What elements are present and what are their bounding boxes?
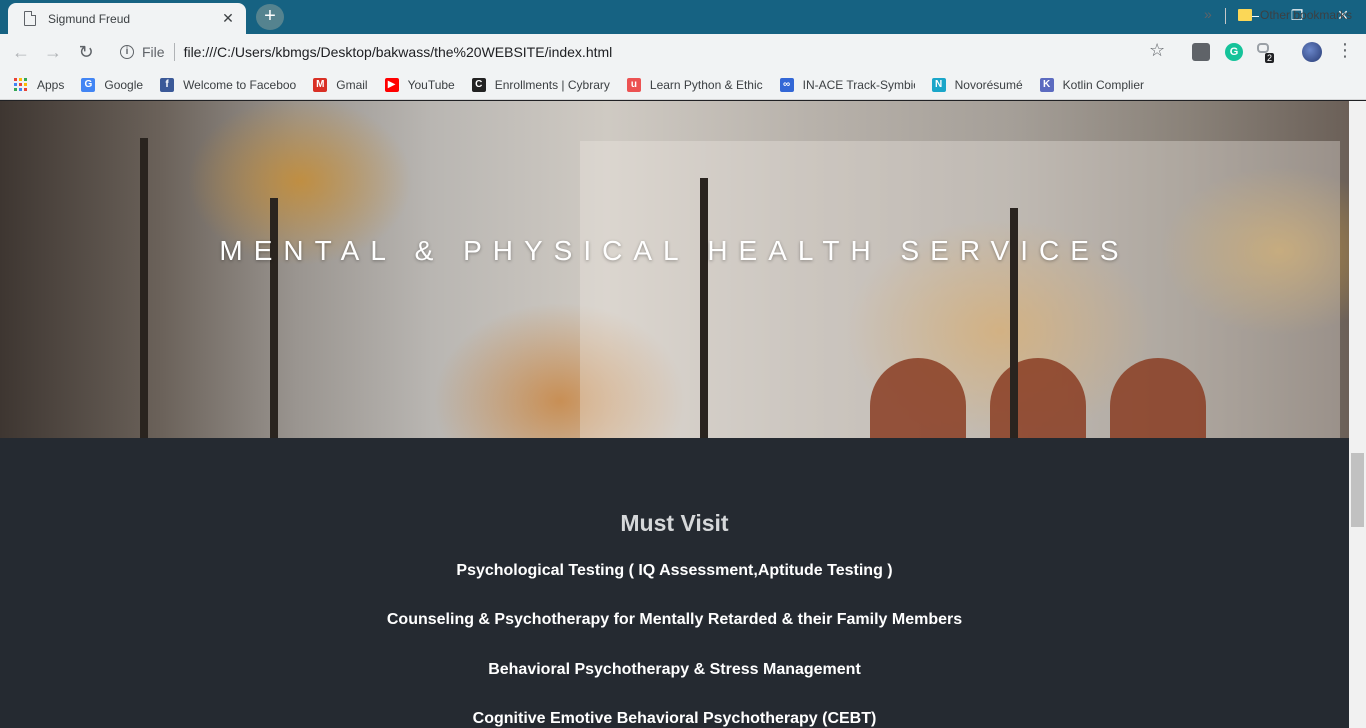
url-text[interactable]: file:///C:/Users/kbmgs/Desktop/bakwass/t… xyxy=(184,44,613,60)
new-tab-button[interactable]: + xyxy=(256,4,284,30)
reload-icon[interactable]: ↻ xyxy=(74,40,98,64)
bookmark-item[interactable]: G Google xyxy=(81,77,144,92)
link-icon: ∞ xyxy=(779,77,794,92)
bookmark-item[interactable]: Apps xyxy=(14,77,65,92)
service-item: Psychological Testing ( IQ Assessment,Ap… xyxy=(456,562,893,579)
profile-avatar[interactable] xyxy=(1302,42,1322,62)
bookmark-label: YouTube xyxy=(407,77,455,92)
bookmark-label: Gmail xyxy=(336,77,368,92)
tab-title: Sigmund Freud xyxy=(48,11,131,26)
extension-link-icon[interactable]: 2 xyxy=(1257,43,1275,63)
bookmark-label: Learn Python & Ethic xyxy=(649,77,763,92)
kotlin-icon: K xyxy=(1039,77,1054,92)
hero-banner: MENTAL & PHYSICAL HEALTH SERVICES xyxy=(0,101,1349,438)
tree-trunk xyxy=(270,198,278,438)
extension-shield-icon[interactable] xyxy=(1192,43,1210,61)
bookmark-item[interactable]: ∞ IN-ACE Track-Symbio xyxy=(779,77,915,92)
bookmark-item[interactable]: ▶ YouTube xyxy=(384,77,455,92)
menu-dots-icon[interactable]: ⋮ xyxy=(1336,40,1354,61)
other-bookmarks[interactable]: Other bookmarks xyxy=(1238,0,1352,30)
folder-icon xyxy=(1238,9,1252,21)
hero-title: MENTAL & PHYSICAL HEALTH SERVICES xyxy=(219,235,1130,266)
page-scrollbar[interactable] xyxy=(1349,101,1366,728)
browser-tab[interactable]: Sigmund Freud ✕ xyxy=(8,3,246,34)
google-icon: G xyxy=(81,77,96,92)
service-item: Cognitive Emotive Behavioral Psychothera… xyxy=(472,710,877,727)
address-bar[interactable]: i File file:///C:/Users/kbmgs/Desktop/ba… xyxy=(108,37,1184,67)
bookmark-item[interactable]: u Learn Python & Ethic xyxy=(626,77,763,92)
divider xyxy=(173,43,175,61)
cybrary-icon: C xyxy=(471,77,486,92)
page-viewport: MENTAL & PHYSICAL HEALTH SERVICES Must V… xyxy=(0,101,1349,728)
back-arrow-icon[interactable]: ← xyxy=(9,40,33,64)
scroll-thumb[interactable] xyxy=(1351,453,1364,527)
scheme-label: File xyxy=(142,44,165,60)
browser-titlebar: Sigmund Freud ✕ + — ❐ ✕ xyxy=(0,0,1366,34)
bookmark-star-icon[interactable]: ☆ xyxy=(1149,40,1165,61)
tree-trunk xyxy=(140,138,148,438)
forward-arrow-icon[interactable]: → xyxy=(41,40,65,64)
bookmark-label: Apps xyxy=(37,77,65,92)
bookmark-label: Welcome to Faceboo xyxy=(183,77,297,92)
service-item: Behavioral Psychotherapy & Stress Manage… xyxy=(488,661,861,678)
other-bookmarks-label: Other bookmarks xyxy=(1260,8,1353,22)
bookmark-item[interactable]: N Novorésumé xyxy=(931,77,1023,92)
bookmark-item[interactable]: M Gmail xyxy=(313,77,368,92)
tree-trunk xyxy=(700,178,708,438)
bookmark-label: IN-ACE Track-Symbio xyxy=(802,77,915,92)
bookmark-label: Enrollments | Cybrary xyxy=(494,77,610,92)
bookmarks-bar: Apps G Google f Welcome to Faceboo M Gmail ▶ You… xyxy=(0,70,1366,100)
bookmark-item[interactable]: C Enrollments | Cybrary xyxy=(471,77,610,92)
bookmark-label: Google xyxy=(104,77,144,92)
apps-grid-icon xyxy=(14,77,28,92)
section-heading: Must Visit xyxy=(620,510,729,536)
info-icon[interactable]: i xyxy=(120,45,134,59)
bookmarks-overflow-icon[interactable]: » xyxy=(1204,6,1212,22)
browser-toolbar: ← → ↻ i File file:///C:/Users/kbmgs/Desk… xyxy=(0,34,1366,70)
chain-icon xyxy=(1257,43,1269,53)
bookmark-label: Novorésumé xyxy=(954,77,1023,92)
extension-badge: 2 xyxy=(1265,53,1275,63)
bookmark-label: Kotlin Complier xyxy=(1062,77,1145,92)
facebook-icon: f xyxy=(160,77,175,92)
grammarly-icon[interactable]: G xyxy=(1225,43,1243,61)
tab-close-icon[interactable]: ✕ xyxy=(220,10,236,27)
divider xyxy=(1225,8,1226,24)
services-section: Must Visit Psychological Testing ( IQ As… xyxy=(0,438,1349,728)
udemy-icon: u xyxy=(626,77,641,92)
page-icon xyxy=(24,11,36,26)
bookmark-item[interactable]: f Welcome to Faceboo xyxy=(160,77,297,92)
youtube-icon: ▶ xyxy=(384,77,399,92)
bookmark-item[interactable]: K Kotlin Complier xyxy=(1039,77,1145,92)
gmail-icon: M xyxy=(313,77,328,92)
service-item: Counseling & Psychotherapy for Mentally … xyxy=(386,611,963,628)
novoresume-icon: N xyxy=(931,77,946,92)
